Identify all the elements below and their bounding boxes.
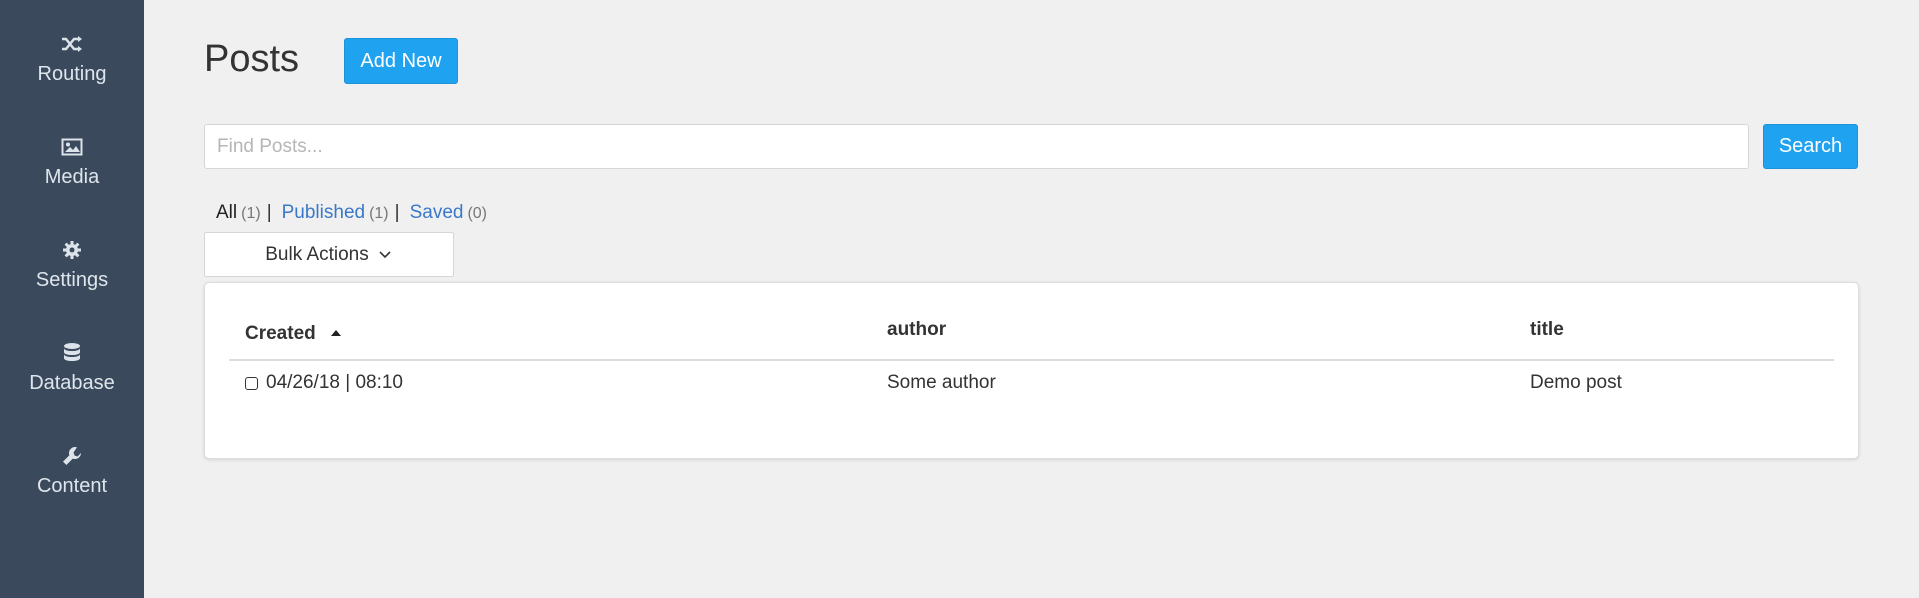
page-title: Posts: [204, 38, 300, 80]
sidebar-item-routing[interactable]: Routing: [0, 0, 144, 96]
filter-all-count: (1): [241, 205, 261, 222]
sidebar: Routing Media Settings Database Content: [0, 0, 144, 598]
cell-author: Some author: [887, 372, 996, 393]
column-header-title[interactable]: title: [1530, 319, 1564, 341]
cell-created: 04/26/18 | 08:10: [245, 372, 403, 394]
wrench-icon: [60, 444, 84, 468]
posts-table: Created author title 04/26/18 | 08:10 So…: [204, 282, 1859, 459]
search-input[interactable]: [204, 124, 1749, 169]
sidebar-item-media[interactable]: Media: [0, 103, 144, 199]
column-header-created[interactable]: Created: [245, 323, 342, 345]
status-filters: All (1) | Published (1) | Saved (0): [216, 202, 487, 224]
sidebar-item-settings[interactable]: Settings: [0, 206, 144, 302]
sidebar-item-database[interactable]: Database: [0, 309, 144, 405]
search-button[interactable]: Search: [1763, 124, 1858, 169]
filter-published[interactable]: Published: [282, 202, 365, 224]
column-header-author[interactable]: author: [887, 319, 946, 341]
sidebar-item-label: Media: [44, 166, 100, 188]
sidebar-item-label: Database: [29, 372, 115, 394]
chevron-down-icon: [379, 248, 393, 262]
sidebar-item-label: Content: [36, 475, 108, 497]
main-content: Posts Add New Search All (1) | Published…: [144, 0, 1919, 598]
sidebar-item-label: Settings: [35, 269, 109, 291]
shuffle-icon: [60, 32, 84, 56]
database-icon: [60, 341, 84, 365]
filter-saved-count: (0): [467, 205, 488, 222]
sidebar-item-content[interactable]: Content: [0, 412, 144, 508]
add-new-button[interactable]: Add New: [344, 38, 458, 84]
column-header-label: Created: [245, 323, 316, 344]
filter-published-count: (1): [369, 205, 389, 222]
filter-separator: |: [266, 202, 272, 223]
sidebar-item-label: Routing: [37, 63, 107, 85]
bulk-actions-dropdown[interactable]: Bulk Actions: [204, 232, 454, 277]
sort-ascending-icon: [330, 329, 342, 339]
filter-saved[interactable]: Saved: [410, 202, 464, 224]
created-value: 04/26/18 | 08:10: [266, 372, 403, 393]
image-icon: [60, 135, 84, 159]
bulk-actions-label: Bulk Actions: [265, 243, 369, 265]
filter-separator: |: [394, 202, 400, 223]
cell-title[interactable]: Demo post: [1530, 372, 1622, 394]
table-row[interactable]: 04/26/18 | 08:10 Some author Demo post: [205, 361, 1858, 401]
gear-icon: [60, 238, 84, 262]
filter-all[interactable]: All: [216, 202, 237, 224]
row-checkbox[interactable]: [245, 376, 258, 390]
